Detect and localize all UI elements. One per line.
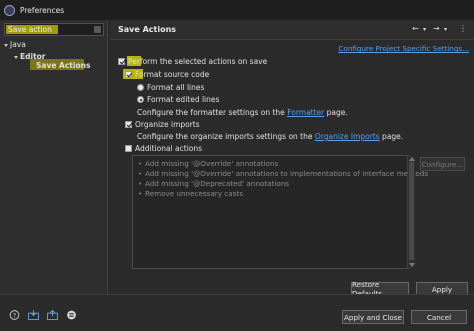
- list-item: Add missing '@Override' annotations: [138, 159, 278, 168]
- svg-text:?: ?: [13, 312, 16, 319]
- additional-actions-list[interactable]: Add missing '@Override' annotations Add …: [132, 155, 428, 269]
- additional-actions-checkbox[interactable]: [125, 145, 132, 152]
- format-edited-lines-radio[interactable]: [137, 96, 144, 103]
- filter-value: Save action: [8, 25, 52, 34]
- back-menu-icon[interactable]: ▾: [423, 26, 426, 33]
- preferences-navigation-panel: Save action Java Editor Save Actions: [0, 20, 108, 294]
- perform-label-prefix: Perf: [128, 57, 143, 66]
- organize-imports-label: Organize imports: [135, 120, 200, 129]
- organize-text-before: Configure the organize imports settings …: [137, 132, 315, 141]
- organize-imports-settings-text: Configure the organize imports settings …: [137, 132, 403, 141]
- scroll-up-icon[interactable]: [409, 157, 415, 161]
- dialog-footer: ? Apply and Close Cancel: [0, 294, 474, 331]
- forward-menu-icon[interactable]: ▾: [444, 26, 447, 33]
- apply-and-close-button[interactable]: Apply and Close: [342, 310, 404, 324]
- page-title: Save Actions: [118, 25, 177, 34]
- format-edited-lines-label: Format edited lines: [147, 95, 220, 104]
- format-source-label: Format source code: [135, 70, 209, 79]
- additional-actions-label: Additional actions: [135, 144, 203, 153]
- cancel-button[interactable]: Cancel: [411, 310, 467, 324]
- list-item: Add missing '@Override' annotations to i…: [138, 169, 428, 178]
- configure-button[interactable]: Configure...: [420, 157, 465, 171]
- import-icon[interactable]: [28, 310, 39, 320]
- title-bar: Preferences: [0, 0, 474, 20]
- filter-input[interactable]: Save action: [4, 23, 104, 36]
- back-arrow-icon[interactable]: ←: [412, 24, 419, 33]
- expand-editor-icon[interactable]: [14, 56, 18, 59]
- view-menu-icon[interactable]: ⋮: [459, 24, 467, 33]
- oomph-icon[interactable]: [66, 310, 77, 320]
- format-label-highlight: Fo: [135, 70, 144, 79]
- tree-item-save-actions[interactable]: Save Actions: [36, 61, 90, 70]
- organize-imports-checkbox[interactable]: [125, 121, 132, 128]
- export-icon[interactable]: [47, 310, 58, 320]
- forward-arrow-icon[interactable]: →: [433, 24, 440, 33]
- page-header: Save Actions ← ▾ → ▾ ⋮: [110, 20, 474, 40]
- formatter-text-after: page.: [324, 108, 348, 117]
- format-label-rest: rmat source code: [143, 70, 210, 79]
- configure-project-settings-link[interactable]: Configure Project Specific Settings...: [338, 44, 469, 53]
- scroll-down-icon[interactable]: [409, 263, 415, 267]
- expand-java-icon[interactable]: [4, 44, 8, 47]
- perform-actions-label: Perform the selected actions on save: [128, 57, 267, 66]
- list-item: Remove unnecessary casts: [138, 189, 243, 198]
- format-all-lines-radio[interactable]: [137, 84, 144, 91]
- clear-filter-icon[interactable]: [94, 26, 101, 33]
- list-scrollbar[interactable]: [407, 156, 415, 268]
- format-all-lines-label: Format all lines: [147, 83, 205, 92]
- format-source-checkbox[interactable]: [125, 71, 132, 78]
- formatter-text-before: Configure the formatter settings on the: [137, 108, 288, 117]
- formatter-link[interactable]: Formatter: [287, 108, 324, 117]
- list-item: Add missing '@Deprecated' annotations: [138, 179, 289, 188]
- formatter-settings-text: Configure the formatter settings on the …: [137, 108, 348, 117]
- organize-imports-link[interactable]: Organize Imports: [315, 132, 380, 141]
- help-icon[interactable]: ?: [9, 310, 20, 320]
- preference-page: Save Actions ← ▾ → ▾ ⋮ Configure Project…: [110, 20, 474, 298]
- eclipse-app-icon: [4, 4, 15, 16]
- organize-text-after: page.: [379, 132, 404, 141]
- window-title: Preferences: [20, 5, 65, 15]
- perform-label-rest: orm the selected actions on save: [142, 57, 268, 66]
- perform-actions-checkbox[interactable]: [118, 58, 125, 65]
- tree-item-java[interactable]: Java: [10, 40, 26, 49]
- scroll-thumb[interactable]: [409, 162, 414, 260]
